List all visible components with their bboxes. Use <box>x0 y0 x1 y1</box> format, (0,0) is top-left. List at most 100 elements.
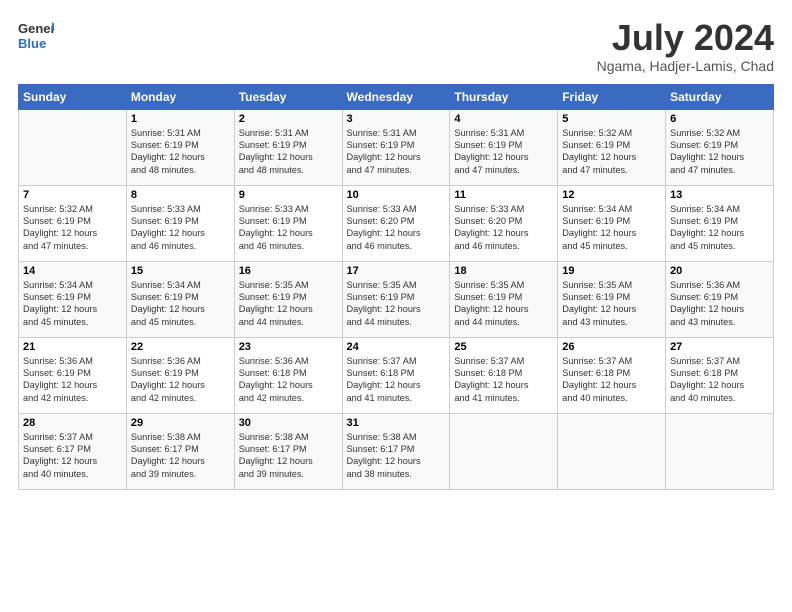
day-number: 2 <box>239 113 338 125</box>
day-info: Sunrise: 5:33 AMSunset: 6:19 PMDaylight:… <box>131 203 230 253</box>
table-cell: 18Sunrise: 5:35 AMSunset: 6:19 PMDayligh… <box>450 261 558 337</box>
day-number: 22 <box>131 341 230 353</box>
day-info: Sunrise: 5:34 AMSunset: 6:19 PMDaylight:… <box>562 203 661 253</box>
table-cell: 23 Sunrise: 5:36 AMSunset: 6:18 PMDayligh… <box>234 337 342 413</box>
day-info: Sunrise: 5:34 AMSunset: 6:19 PMDaylight:… <box>670 203 769 253</box>
day-info: Sunrise: 5:37 AMSunset: 6:18 PMDaylight:… <box>562 355 661 405</box>
day-number: 6 <box>670 113 769 125</box>
month-title: July 2024 <box>597 18 774 58</box>
table-cell: 27Sunrise: 5:37 AMSunset: 6:18 PMDayligh… <box>666 337 774 413</box>
day-info: Sunrise: 5:38 AMSunset: 6:17 PMDaylight:… <box>239 431 338 481</box>
day-number: 5 <box>562 113 661 125</box>
day-number: 23 <box>239 341 338 353</box>
col-tuesday: Tuesday <box>234 84 342 109</box>
day-info: Sunrise: 5:33 AMSunset: 6:20 PMDaylight:… <box>454 203 553 253</box>
table-cell: 16Sunrise: 5:35 AMSunset: 6:19 PMDayligh… <box>234 261 342 337</box>
table-cell: 4 Sunrise: 5:31 AMSunset: 6:19 PMDaylight… <box>450 109 558 185</box>
day-number: 12 <box>562 189 661 201</box>
table-cell: 6 Sunrise: 5:32 AMSunset: 6:19 PMDaylight… <box>666 109 774 185</box>
day-info: Sunrise: 5:33 AMSunset: 6:20 PMDaylight:… <box>347 203 446 253</box>
day-info: Sunrise: 5:32 AMSunset: 6:19 PMDaylight:… <box>23 203 122 253</box>
table-cell: 8Sunrise: 5:33 AMSunset: 6:19 PMDaylight… <box>126 185 234 261</box>
day-number: 10 <box>347 189 446 201</box>
day-number: 3 <box>347 113 446 125</box>
logo-svg: General Blue <box>18 18 54 54</box>
col-sunday: Sunday <box>19 84 127 109</box>
day-info: Sunrise: 5:31 AMSunset: 6:19 PMDaylight:… <box>454 127 553 177</box>
day-info: Sunrise: 5:34 AMSunset: 6:19 PMDaylight:… <box>131 279 230 329</box>
day-number: 26 <box>562 341 661 353</box>
table-cell <box>19 109 127 185</box>
day-number: 28 <box>23 417 122 429</box>
day-info: Sunrise: 5:33 AMSunset: 6:19 PMDaylight:… <box>239 203 338 253</box>
logo: General Blue <box>18 18 54 54</box>
day-number: 31 <box>347 417 446 429</box>
day-info: Sunrise: 5:36 AMSunset: 6:19 PMDaylight:… <box>131 355 230 405</box>
day-info: Sunrise: 5:36 AMSunset: 6:18 PMDaylight:… <box>239 355 338 405</box>
day-number: 11 <box>454 189 553 201</box>
table-cell: 3Sunrise: 5:31 AMSunset: 6:19 PMDaylight… <box>342 109 450 185</box>
day-number: 18 <box>454 265 553 277</box>
calendar-body: 1 Sunrise: 5:31 AMSunset: 6:19 PMDaylight… <box>19 109 774 489</box>
table-cell: 30 Sunrise: 5:38 AMSunset: 6:17 PMDayligh… <box>234 413 342 489</box>
table-row: 1 Sunrise: 5:31 AMSunset: 6:19 PMDaylight… <box>19 109 774 185</box>
table-cell: 17Sunrise: 5:35 AMSunset: 6:19 PMDayligh… <box>342 261 450 337</box>
day-number: 29 <box>131 417 230 429</box>
day-number: 21 <box>23 341 122 353</box>
day-number: 20 <box>670 265 769 277</box>
day-info: Sunrise: 5:35 AMSunset: 6:19 PMDaylight:… <box>347 279 446 329</box>
day-number: 15 <box>131 265 230 277</box>
table-cell: 11 Sunrise: 5:33 AMSunset: 6:20 PMDayligh… <box>450 185 558 261</box>
day-info: Sunrise: 5:36 AMSunset: 6:19 PMDaylight:… <box>23 355 122 405</box>
day-info: Sunrise: 5:38 AMSunset: 6:17 PMDaylight:… <box>347 431 446 481</box>
day-number: 14 <box>23 265 122 277</box>
col-thursday: Thursday <box>450 84 558 109</box>
day-number: 1 <box>131 113 230 125</box>
logo-text: General Blue <box>18 18 54 54</box>
calendar-page: General Blue July 2024 Ngama, Hadjer-Lam… <box>0 0 792 612</box>
day-info: Sunrise: 5:31 AMSunset: 6:19 PMDaylight:… <box>239 127 338 177</box>
day-info: Sunrise: 5:35 AMSunset: 6:19 PMDaylight:… <box>562 279 661 329</box>
day-number: 19 <box>562 265 661 277</box>
calendar-table: Sunday Monday Tuesday Wednesday Thursday… <box>18 84 774 490</box>
day-number: 30 <box>239 417 338 429</box>
table-cell: 25Sunrise: 5:37 AMSunset: 6:18 PMDayligh… <box>450 337 558 413</box>
day-info: Sunrise: 5:32 AMSunset: 6:19 PMDaylight:… <box>670 127 769 177</box>
table-cell <box>558 413 666 489</box>
day-info: Sunrise: 5:34 AMSunset: 6:19 PMDaylight:… <box>23 279 122 329</box>
title-block: July 2024 Ngama, Hadjer-Lamis, Chad <box>597 18 774 74</box>
table-cell: 31 Sunrise: 5:38 AMSunset: 6:17 PMDayligh… <box>342 413 450 489</box>
table-cell: 19 Sunrise: 5:35 AMSunset: 6:19 PMDayligh… <box>558 261 666 337</box>
header-row: Sunday Monday Tuesday Wednesday Thursday… <box>19 84 774 109</box>
table-cell <box>666 413 774 489</box>
col-saturday: Saturday <box>666 84 774 109</box>
svg-text:General: General <box>18 21 54 36</box>
day-info: Sunrise: 5:37 AMSunset: 6:18 PMDaylight:… <box>347 355 446 405</box>
table-row: 28 Sunrise: 5:37 AMSunset: 6:17 PMDayligh… <box>19 413 774 489</box>
table-cell: 13Sunrise: 5:34 AMSunset: 6:19 PMDayligh… <box>666 185 774 261</box>
table-cell <box>450 413 558 489</box>
table-cell: 5Sunrise: 5:32 AMSunset: 6:19 PMDaylight… <box>558 109 666 185</box>
header: General Blue July 2024 Ngama, Hadjer-Lam… <box>18 18 774 74</box>
day-info: Sunrise: 5:37 AMSunset: 6:18 PMDaylight:… <box>670 355 769 405</box>
col-friday: Friday <box>558 84 666 109</box>
col-monday: Monday <box>126 84 234 109</box>
day-number: 4 <box>454 113 553 125</box>
table-cell: 24Sunrise: 5:37 AMSunset: 6:18 PMDayligh… <box>342 337 450 413</box>
day-number: 7 <box>23 189 122 201</box>
svg-text:Blue: Blue <box>18 36 46 51</box>
table-cell: 1Sunrise: 5:31 AMSunset: 6:19 PMDaylight… <box>126 109 234 185</box>
table-cell: 26 Sunrise: 5:37 AMSunset: 6:18 PMDayligh… <box>558 337 666 413</box>
table-cell: 29Sunrise: 5:38 AMSunset: 6:17 PMDayligh… <box>126 413 234 489</box>
table-cell: 22 Sunrise: 5:36 AMSunset: 6:19 PMDayligh… <box>126 337 234 413</box>
table-cell: 2 Sunrise: 5:31 AMSunset: 6:19 PMDaylight… <box>234 109 342 185</box>
table-cell: 12 Sunrise: 5:34 AMSunset: 6:19 PMDayligh… <box>558 185 666 261</box>
table-row: 14 Sunrise: 5:34 AMSunset: 6:19 PMDayligh… <box>19 261 774 337</box>
table-cell: 9Sunrise: 5:33 AMSunset: 6:19 PMDaylight… <box>234 185 342 261</box>
location-subtitle: Ngama, Hadjer-Lamis, Chad <box>597 58 774 74</box>
day-info: Sunrise: 5:37 AMSunset: 6:17 PMDaylight:… <box>23 431 122 481</box>
table-cell: 7 Sunrise: 5:32 AMSunset: 6:19 PMDaylight… <box>19 185 127 261</box>
table-row: 21 Sunrise: 5:36 AMSunset: 6:19 PMDayligh… <box>19 337 774 413</box>
col-wednesday: Wednesday <box>342 84 450 109</box>
day-info: Sunrise: 5:36 AMSunset: 6:19 PMDaylight:… <box>670 279 769 329</box>
